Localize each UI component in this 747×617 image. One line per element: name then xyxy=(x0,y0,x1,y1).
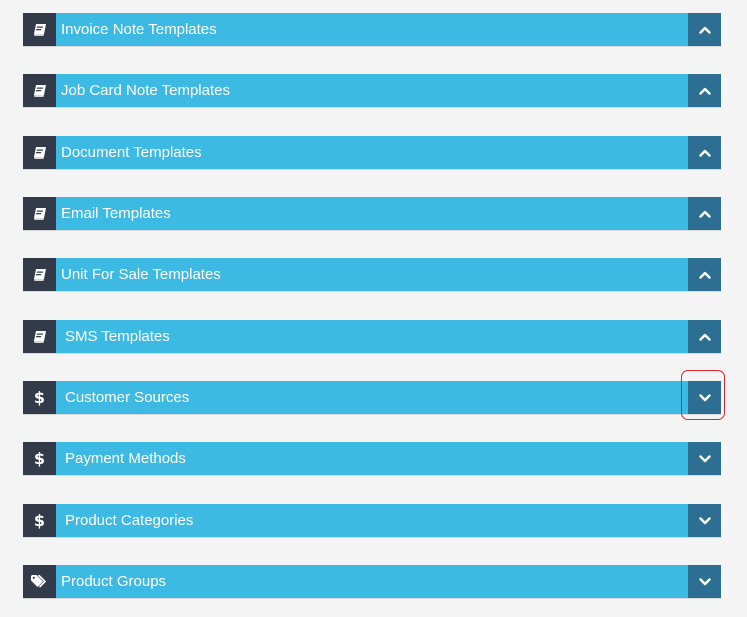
book-icon xyxy=(23,13,56,46)
chevron-up-icon[interactable] xyxy=(688,13,721,46)
panel-product-groups[interactable]: Product Groups xyxy=(23,565,721,598)
chevron-down-icon[interactable] xyxy=(688,504,721,537)
panel-invoice-note-templates[interactable]: Invoice Note Templates xyxy=(23,13,721,46)
chevron-up-icon[interactable] xyxy=(688,320,721,353)
chevron-up-icon[interactable] xyxy=(688,258,721,291)
chevron-down-icon[interactable] xyxy=(688,381,721,414)
book-icon xyxy=(23,136,56,169)
book-icon xyxy=(23,320,56,353)
book-icon xyxy=(23,74,56,107)
panel-sms-templates[interactable]: SMS Templates xyxy=(23,320,721,353)
panel-title: Product Groups xyxy=(61,573,167,590)
chevron-up-icon[interactable] xyxy=(688,136,721,169)
book-icon xyxy=(23,197,56,230)
tags-icon xyxy=(23,565,56,598)
panel-title: Email Templates xyxy=(61,205,171,222)
panel-unit-for-sale-templates[interactable]: Unit For Sale Templates xyxy=(23,258,721,291)
panel-title: Unit For Sale Templates xyxy=(61,266,221,283)
panel-title: Job Card Note Templates xyxy=(61,82,230,99)
dollar-icon: $ xyxy=(23,442,56,475)
panel-product-categories[interactable]: $ Product Categories xyxy=(23,504,721,537)
dollar-icon: $ xyxy=(23,504,56,537)
chevron-down-icon[interactable] xyxy=(688,442,721,475)
panel-title: Customer Sources xyxy=(65,389,190,406)
chevron-up-icon[interactable] xyxy=(688,74,721,107)
book-icon xyxy=(23,258,56,291)
panel-customer-sources[interactable]: $ Customer Sources xyxy=(23,381,721,414)
panel-title: SMS Templates xyxy=(65,328,170,345)
panel-job-card-note-templates[interactable]: Job Card Note Templates xyxy=(23,74,721,107)
chevron-up-icon[interactable] xyxy=(688,197,721,230)
panel-payment-methods[interactable]: $ Payment Methods xyxy=(23,442,721,475)
panel-title: Document Templates xyxy=(61,144,202,161)
panel-email-templates[interactable]: Email Templates xyxy=(23,197,721,230)
chevron-down-icon[interactable] xyxy=(688,565,721,598)
panel-title: Product Categories xyxy=(65,512,194,529)
panel-title: Payment Methods xyxy=(65,450,186,467)
panel-document-templates[interactable]: Document Templates xyxy=(23,136,721,169)
dollar-icon: $ xyxy=(23,381,56,414)
panel-title: Invoice Note Templates xyxy=(61,21,217,38)
